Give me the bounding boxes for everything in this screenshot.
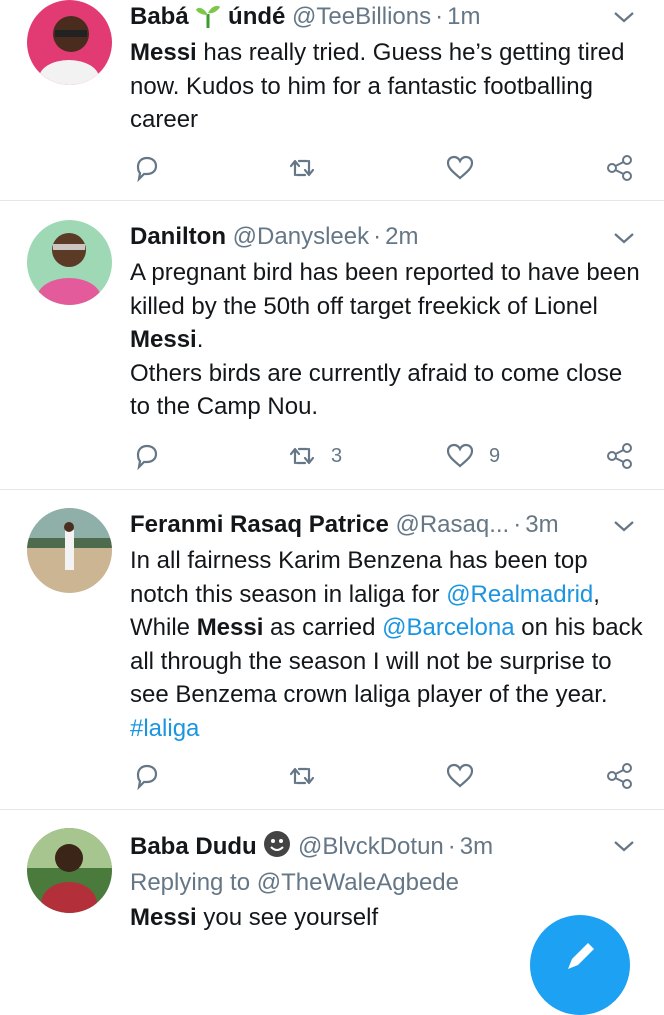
retweet-icon [289, 159, 315, 177]
inline-link[interactable]: @Barcelona [382, 614, 514, 641]
separator-dot: · [513, 511, 522, 538]
tweet-header: Babá úndé @TeeBillions · 1m [130, 2, 624, 32]
avatar[interactable] [27, 828, 112, 913]
heart-icon [446, 155, 474, 180]
chevron-down-icon[interactable] [612, 5, 636, 29]
retweet-count: 3 [331, 444, 343, 467]
tweet-header: Danilton @Danysleek · 2m [130, 222, 624, 252]
retweet-button[interactable] [287, 153, 331, 183]
like-count: 9 [489, 444, 501, 467]
inline-link[interactable]: #laliga [130, 715, 199, 742]
avatar[interactable] [27, 508, 112, 593]
like-button[interactable] [445, 761, 489, 791]
timestamp[interactable]: 1m [447, 3, 480, 30]
text-segment: . [196, 326, 204, 353]
tweet-actions [130, 153, 640, 183]
share-button[interactable] [605, 153, 635, 183]
display-name[interactable]: Feranmi Rasaq Patrice [130, 511, 389, 538]
share-icon [607, 155, 632, 181]
avatar[interactable] [27, 0, 112, 85]
reply-context: Replying to @TheWaleAgbede [130, 865, 645, 901]
replying-to-handle[interactable]: @TheWaleAgbede [257, 869, 459, 896]
timestamp[interactable]: 3m [525, 511, 558, 538]
share-icon [607, 443, 632, 469]
timestamp[interactable]: 3m [460, 833, 493, 860]
user-handle[interactable]: @Danysleek [233, 223, 369, 250]
tweet-text: A pregnant bird has been reported to hav… [130, 256, 645, 424]
retweet-icon [289, 447, 315, 465]
reply-button[interactable] [132, 153, 162, 183]
separator-dot: · [447, 833, 456, 860]
like-button[interactable]: 9 [445, 441, 500, 471]
user-handle[interactable]: @TeeBillions [292, 3, 431, 30]
keyword-bold: Messi [130, 326, 197, 353]
share-icon [607, 763, 632, 789]
text-segment: Others birds are currently afraid to com… [130, 359, 623, 421]
share-button[interactable] [605, 441, 635, 471]
text-segment: you see yourself [196, 904, 379, 931]
tweet-text: In all fairness Karim Benzena has been t… [130, 544, 650, 745]
chevron-down-icon[interactable] [612, 226, 636, 250]
tweet-header: Baba Dudu @BlvckDotun · 3m [130, 830, 624, 860]
display-name[interactable]: Baba Dudu [130, 830, 298, 860]
keyword-bold: Messi [130, 904, 197, 931]
retweet-button[interactable]: 3 [287, 441, 342, 471]
reply-icon [136, 444, 158, 471]
smiley-emoji-icon [263, 830, 291, 858]
replying-to-label: Replying to [130, 869, 251, 896]
reply-button[interactable] [132, 441, 162, 471]
tweet-header: Feranmi Rasaq Patrice @Rasaq... · 3m [130, 510, 624, 540]
separator-dot: · [435, 3, 444, 30]
share-button[interactable] [605, 761, 635, 791]
chevron-down-icon[interactable] [612, 514, 636, 538]
retweet-button[interactable] [287, 761, 331, 791]
keyword-bold: Messi [130, 39, 197, 66]
reply-button[interactable] [132, 761, 162, 791]
keyword-bold: Messi [196, 614, 264, 641]
compose-icon [568, 943, 594, 969]
text-segment: A pregnant bird has been reported to hav… [130, 259, 640, 320]
timestamp[interactable]: 2m [385, 223, 418, 250]
heart-icon [446, 443, 474, 468]
like-button[interactable] [445, 153, 489, 183]
tweet-actions [130, 761, 640, 791]
tweet[interactable]: Feranmi Rasaq Patrice @Rasaq... · 3m In al… [0, 490, 664, 810]
compose-button[interactable] [530, 915, 630, 1015]
tweet[interactable]: Danilton @Danysleek · 2m A pregnant bird h… [0, 201, 664, 490]
inline-link[interactable]: @Realmadrid [446, 581, 593, 608]
tweet[interactable]: Babá úndé @TeeBillions · 1m Messi has real… [0, 0, 664, 201]
display-name[interactable]: Babá úndé [130, 3, 292, 30]
tweet-actions: 3 9 [130, 441, 640, 471]
text-segment: has really tried. Guess he’s getting tir… [130, 39, 625, 133]
reply-icon [136, 764, 158, 791]
user-handle[interactable]: @Rasaq... [395, 511, 509, 538]
reply-icon [136, 156, 158, 183]
heart-icon [446, 763, 474, 788]
avatar[interactable] [27, 220, 112, 305]
retweet-icon [289, 767, 315, 785]
separator-dot: · [373, 223, 382, 250]
text-segment: as carried [263, 614, 383, 641]
display-name[interactable]: Danilton [130, 223, 226, 250]
user-handle[interactable]: @BlvckDotun [298, 833, 444, 860]
tweet-text: Messi has really tried. Guess he’s getti… [130, 36, 645, 137]
chevron-down-icon[interactable] [612, 834, 636, 858]
sprout-emoji-icon [195, 2, 221, 28]
